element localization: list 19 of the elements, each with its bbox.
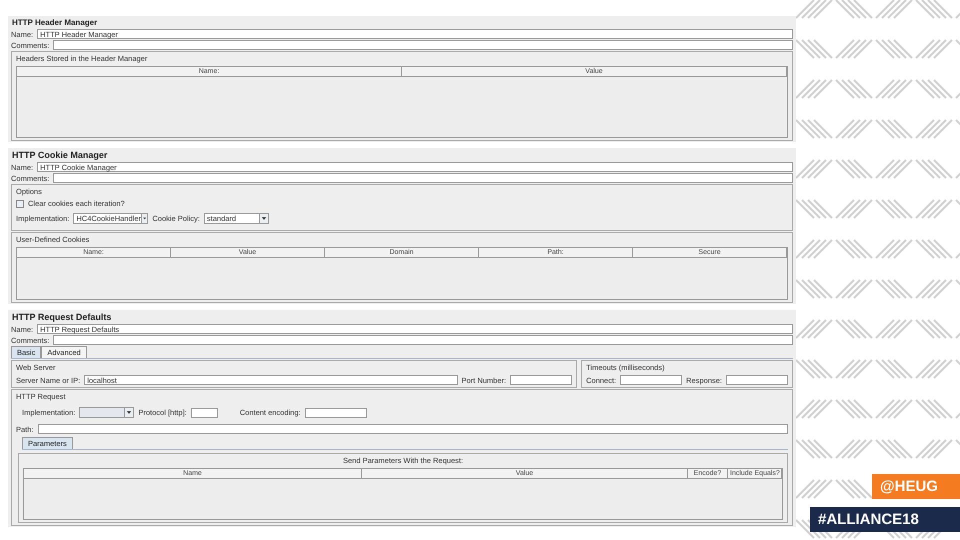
connect-field[interactable]	[620, 375, 682, 385]
comments-field[interactable]	[53, 173, 793, 183]
panel-title: HTTP Request Defaults	[11, 311, 112, 323]
comments-field[interactable]	[53, 40, 793, 50]
caret-icon	[258, 214, 268, 223]
hashtag-badge: #ALLIANCE18	[810, 507, 960, 532]
comments-field[interactable]	[53, 335, 793, 345]
hashtag-badge: @HEUG	[872, 474, 960, 499]
response-field[interactable]	[726, 375, 788, 385]
checkbox[interactable]	[16, 200, 24, 208]
protocol-field[interactable]	[190, 408, 218, 418]
implementation-dropdown[interactable]	[79, 407, 134, 418]
caret-icon	[124, 408, 134, 417]
encoding-field[interactable]	[304, 408, 367, 418]
panel-title: HTTP Cookie Manager	[11, 149, 108, 161]
path-field[interactable]	[38, 424, 788, 434]
panel-title: HTTP Header Manager	[11, 17, 98, 28]
caret-icon	[141, 214, 148, 223]
port-field[interactable]	[510, 375, 572, 385]
